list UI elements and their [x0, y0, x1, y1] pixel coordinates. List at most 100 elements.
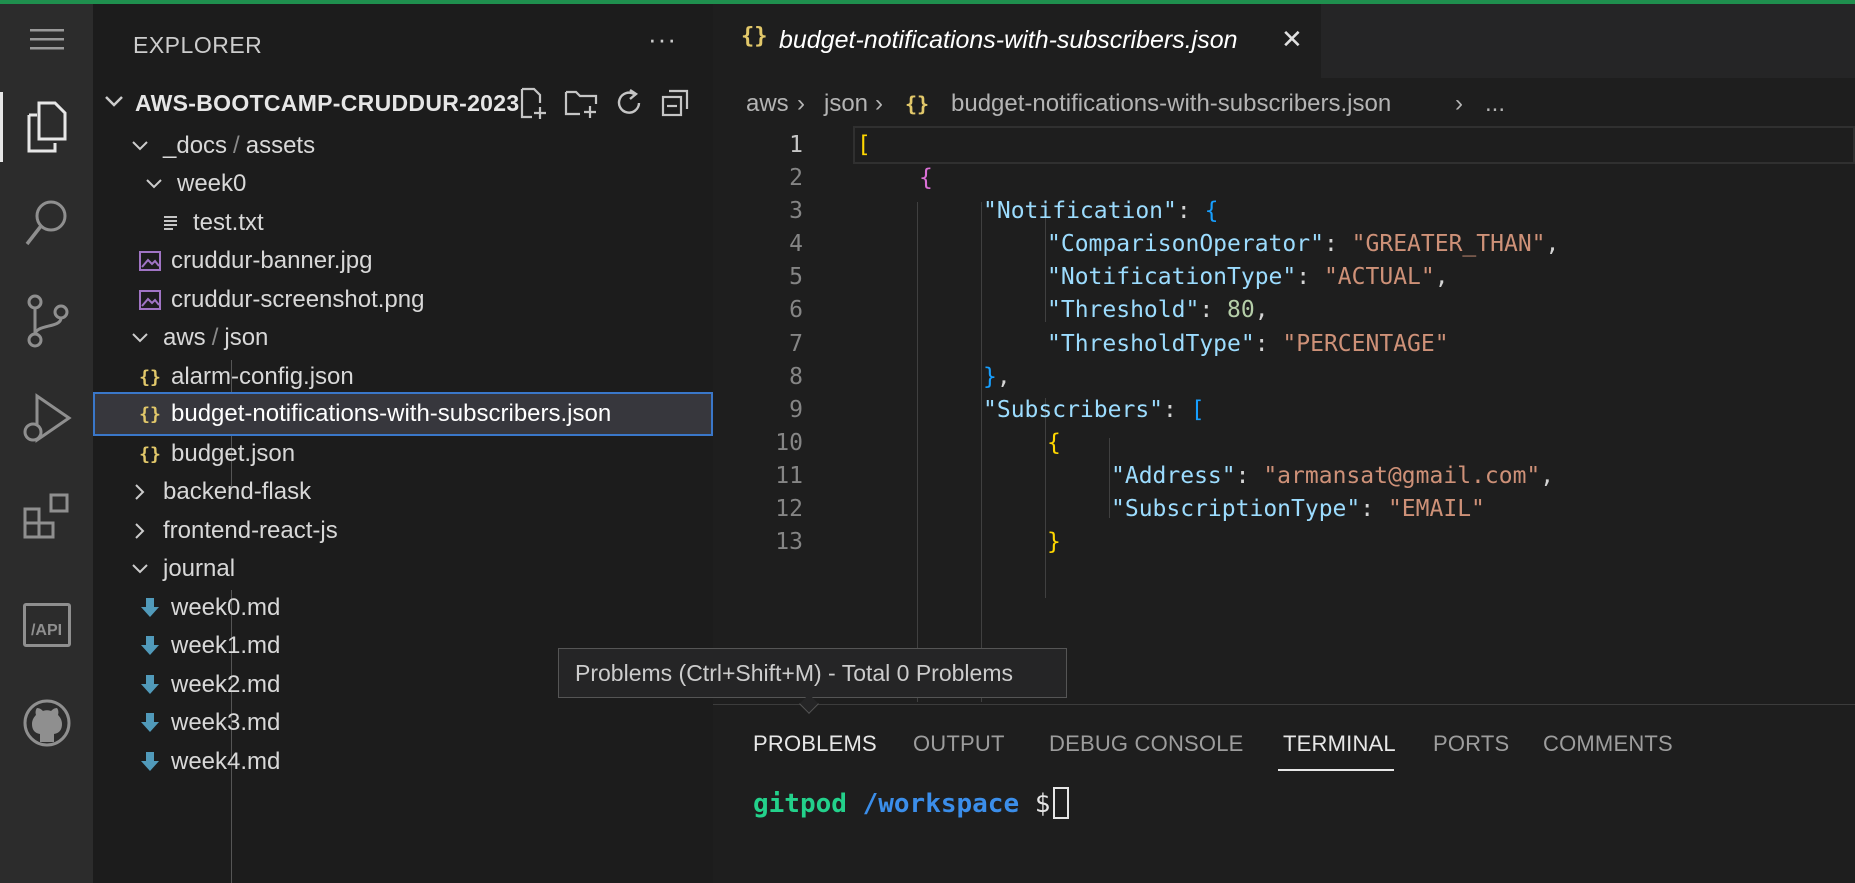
- code-line: [: [857, 132, 871, 158]
- explorer-header: EXPLORER ···: [93, 4, 713, 80]
- tooltip-text: Problems (Ctrl+Shift+M) - Total 0 Proble…: [575, 659, 1013, 686]
- problems-tooltip: Problems (Ctrl+Shift+M) - Total 0 Proble…: [558, 648, 1067, 698]
- breadcrumb-item[interactable]: budget-notifications-with-subscribers.js…: [951, 90, 1391, 118]
- files-icon[interactable]: [0, 92, 93, 162]
- chevron-right-icon: ›: [875, 90, 883, 117]
- code-token: "SubscriptionType": [1111, 496, 1361, 522]
- code-line: "Address": "armansat@gmail.com",: [1111, 463, 1555, 489]
- code-line: "NotificationType": "ACTUAL",: [1047, 264, 1449, 290]
- more-actions-icon[interactable]: ···: [648, 24, 677, 55]
- collapse-all-icon[interactable]: [655, 86, 695, 120]
- code-token: {: [919, 165, 933, 191]
- close-icon[interactable]: ✕: [1281, 24, 1303, 55]
- workspace-folder-header[interactable]: AWS-BOOTCAMP-CRUDDUR-2023: [93, 80, 713, 124]
- source-control-icon[interactable]: [0, 286, 93, 356]
- line-number: 3: [789, 198, 803, 224]
- tree-item-label: frontend-react-js: [163, 517, 338, 544]
- code-line: }: [1047, 529, 1061, 555]
- explorer-sidebar: EXPLORER ··· AWS-BOOTCAMP-CRUDDUR-2023 _…: [93, 4, 713, 883]
- run-debug-icon[interactable]: [0, 384, 93, 454]
- code-token: "Subscribers": [983, 397, 1164, 423]
- active-tab-indicator: [1278, 769, 1394, 771]
- line-number: 1: [789, 132, 803, 158]
- code-token: {: [1204, 198, 1219, 224]
- code-line: "Notification": {: [983, 198, 1218, 224]
- tree-file-budget-notifications[interactable]: {} budget-notifications-with-subscribers…: [93, 392, 713, 436]
- code-line: "SubscriptionType": "EMAIL": [1111, 496, 1485, 522]
- tree-item-label: week2.md: [171, 671, 281, 698]
- tree-file-week3-md[interactable]: week3.md: [93, 701, 713, 745]
- editor-tab-bar: {} budget-notifications-with-subscribers…: [713, 4, 1855, 78]
- api-icon-label: /API: [22, 603, 71, 647]
- tab-debug-console[interactable]: DEBUG CONSOLE: [1049, 731, 1244, 757]
- code-token: "NotificationType": [1047, 264, 1297, 290]
- terminal-cursor: [1053, 787, 1069, 819]
- code-line: "ThresholdType": "PERCENTAGE": [1047, 331, 1449, 357]
- code-line: "ComparisonOperator": "GREATER_THAN",: [1047, 231, 1560, 257]
- tree-item-label: assets: [245, 132, 316, 159]
- chevron-down-icon: [141, 169, 167, 199]
- json-file-icon: {}: [139, 366, 161, 388]
- editor-tab-budget-notifications[interactable]: {} budget-notifications-with-subscribers…: [713, 4, 1321, 78]
- terminal-prompt[interactable]: gitpod /workspace $: [753, 789, 1050, 819]
- tree-item-label: journal: [163, 555, 236, 582]
- menu-icon[interactable]: [0, 4, 93, 74]
- code-line: {: [919, 165, 933, 191]
- markdown-file-icon: [137, 631, 163, 661]
- image-file-icon: [137, 285, 163, 315]
- code-editor[interactable]: 1 2 3 4 5 6 7 8 9 10 11 12 13 [ { "Notif…: [713, 126, 1855, 704]
- activity-bar: /API: [0, 4, 93, 883]
- refresh-icon[interactable]: [609, 86, 649, 120]
- line-number: 8: [789, 364, 803, 390]
- bottom-panel: PROBLEMS OUTPUT DEBUG CONSOLE TERMINAL P…: [713, 704, 1855, 883]
- breadcrumb-item[interactable]: aws: [746, 90, 789, 118]
- line-number: 10: [775, 430, 803, 456]
- tree-file-week4-md[interactable]: week4.md: [93, 740, 713, 784]
- tree-folder-backend-flask[interactable]: backend-flask: [93, 470, 713, 514]
- code-token: {: [1047, 430, 1061, 456]
- tree-file-cruddur-banner[interactable]: cruddur-banner.jpg: [93, 239, 713, 283]
- tree-folder-aws-json[interactable]: aws / json: [93, 316, 713, 360]
- breadcrumb: aws › json › {} budget-notifications-wit…: [713, 78, 1855, 130]
- new-file-icon[interactable]: [513, 86, 553, 120]
- editor-area: {} budget-notifications-with-subscribers…: [713, 4, 1855, 704]
- explorer-title: EXPLORER: [133, 32, 263, 58]
- indent-guide: [917, 202, 918, 702]
- code-token: "Notification": [983, 198, 1177, 224]
- tree-item-label: cruddur-banner.jpg: [171, 247, 373, 274]
- extensions-icon[interactable]: [0, 482, 93, 552]
- tree-item-label: week1.md: [171, 632, 281, 659]
- chevron-right-icon: [127, 477, 153, 507]
- tree-folder-week0[interactable]: week0: [93, 162, 713, 206]
- line-number: 5: [789, 264, 803, 290]
- tree-item-label: budget-notifications-with-subscribers.js…: [171, 400, 612, 427]
- breadcrumb-item[interactable]: ...: [1485, 90, 1505, 118]
- api-icon[interactable]: /API: [0, 590, 93, 660]
- code-token: "GREATER_THAN": [1351, 231, 1546, 257]
- terminal-symbol: $: [1034, 789, 1051, 819]
- search-icon[interactable]: [0, 188, 93, 258]
- new-folder-icon[interactable]: [561, 86, 601, 120]
- tab-comments[interactable]: COMMENTS: [1543, 731, 1673, 757]
- chevron-down-icon: [127, 323, 153, 353]
- breadcrumb-item[interactable]: json: [824, 90, 868, 118]
- code-token: "PERCENTAGE": [1282, 331, 1449, 357]
- tab-terminal[interactable]: TERMINAL: [1283, 731, 1396, 757]
- tree-item-label: week4.md: [171, 748, 281, 775]
- chevron-down-icon: [127, 554, 153, 584]
- tab-ports[interactable]: PORTS: [1433, 731, 1509, 757]
- chevron-right-icon: ›: [1455, 90, 1463, 117]
- line-number: 6: [789, 297, 803, 323]
- markdown-file-icon: [137, 593, 163, 623]
- code-token: [: [857, 132, 871, 158]
- tab-problems[interactable]: PROBLEMS: [753, 731, 877, 757]
- markdown-file-icon: [137, 670, 163, 700]
- code-token: "ComparisonOperator": [1047, 231, 1324, 257]
- line-number: 13: [775, 529, 803, 555]
- tree-folder-journal[interactable]: journal: [93, 547, 713, 591]
- tree-item-label: alarm-config.json: [171, 363, 354, 390]
- code-token: "ThresholdType": [1047, 331, 1255, 357]
- terminal-path: /workspace: [862, 789, 1020, 819]
- tab-output[interactable]: OUTPUT: [913, 731, 1005, 757]
- github-icon[interactable]: [0, 688, 93, 758]
